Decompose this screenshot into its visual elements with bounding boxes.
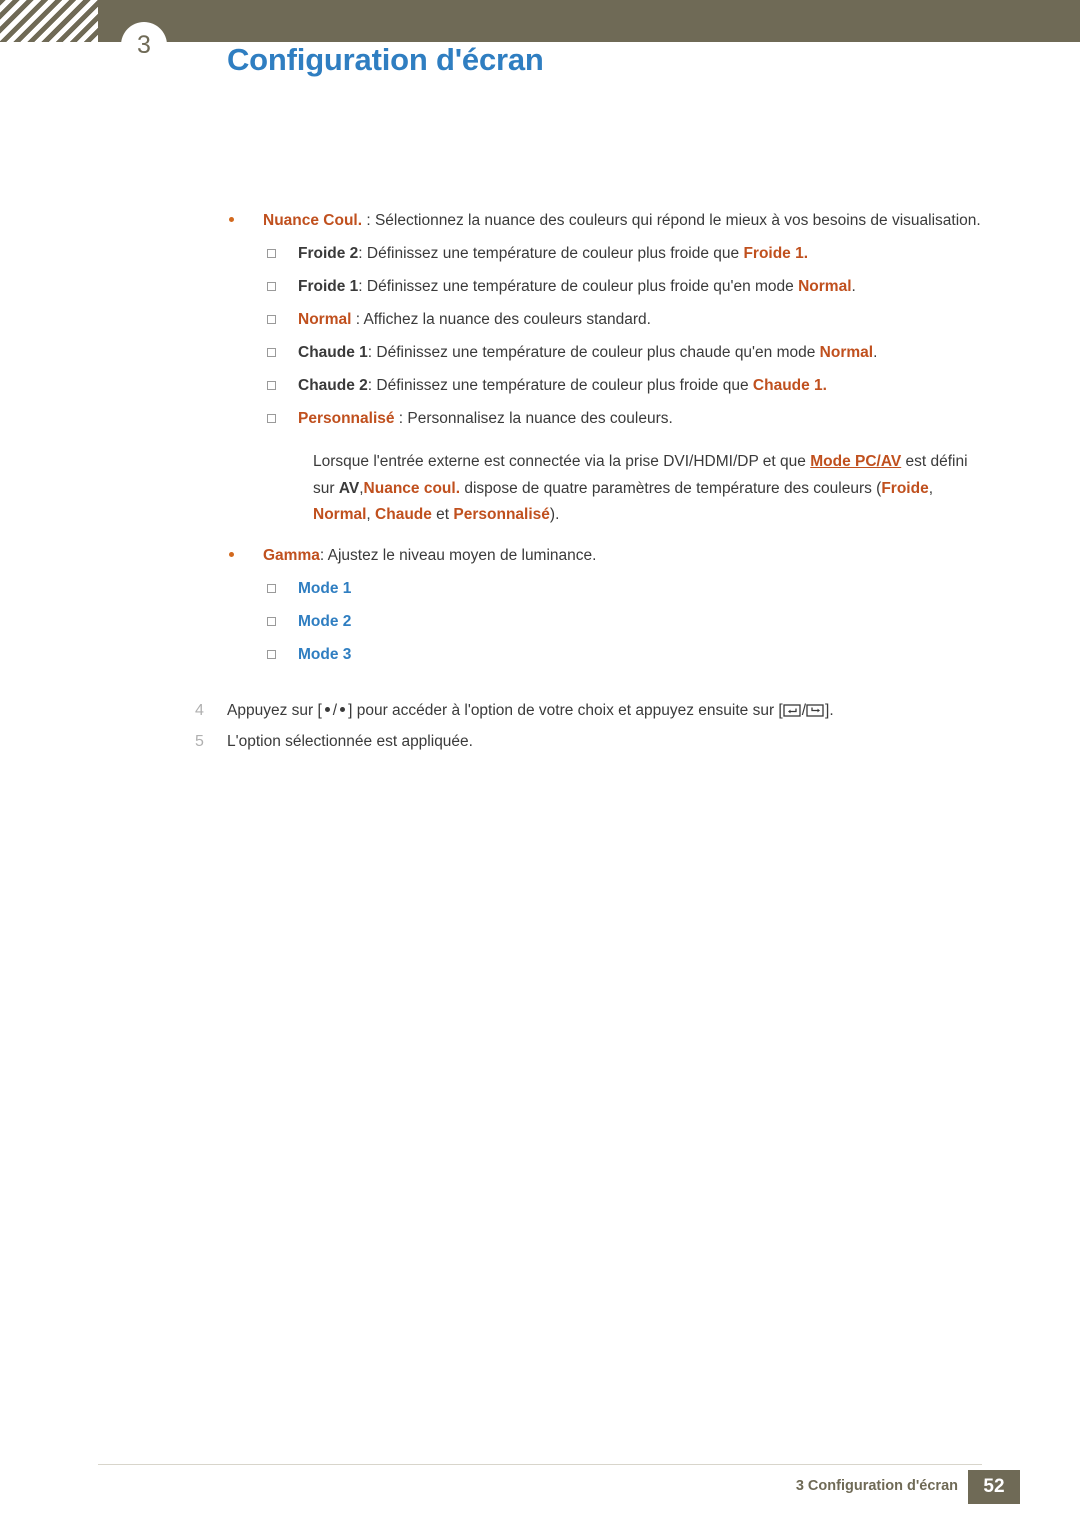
list-item-froide-2: Froide 2: Définissez une température de … <box>263 237 1038 270</box>
square-bullet-icon <box>267 348 276 357</box>
list-item-chaude-2: Chaude 2: Définissez une température de … <box>263 369 1038 402</box>
list-item-normal: Normal : Affichez la nuance des couleurs… <box>263 303 1038 336</box>
step-4-mid: ] pour accéder à l'option de votre choix… <box>348 701 783 719</box>
dot-icon <box>324 706 330 712</box>
list-item-mode-2: Mode 2 <box>263 605 1038 638</box>
footer-chapter-label: 3 Configuration d'écran <box>795 1478 958 1494</box>
note-sep3: et <box>431 506 454 523</box>
header-hatch-pattern <box>0 0 98 42</box>
tail-chaude-2: 1. <box>809 377 827 394</box>
page-title: Configuration d'écran <box>227 42 544 77</box>
list-item-mode-1: Mode 1 <box>263 572 1038 605</box>
note-opt-personnalise: Personnalisé <box>453 506 550 523</box>
step-5-number: 5 <box>195 732 204 750</box>
emph-chaude-1: Normal <box>819 344 874 361</box>
term-gamma: Gamma <box>263 546 320 564</box>
label-mode-3: Mode 3 <box>298 645 352 663</box>
square-bullet-icon <box>267 649 276 659</box>
note-part5: ). <box>549 506 560 523</box>
step-4: 4 Appuyez sur [ / ] pour accéder à l'optio… <box>195 695 995 726</box>
footer-page-number: 52 <box>983 1476 1005 1497</box>
chapter-number: 3 <box>137 31 151 59</box>
label-mode-2: Mode 2 <box>298 612 352 630</box>
note-paragraph: Lorsque l'entrée externe est connectée v… <box>313 449 993 529</box>
list-item-froide-1: Froide 1: Définissez une température de … <box>263 270 1038 303</box>
square-bullet-icon <box>267 414 276 423</box>
step-4-pre: Appuyez sur [ <box>227 701 322 719</box>
square-bullet-icon <box>267 381 276 390</box>
bullet-icon <box>229 551 234 557</box>
step-4-sep: / <box>332 701 338 719</box>
step-5-text: L'option sélectionnée est appliquée. <box>227 732 473 750</box>
emph-chaude-2: Chaude <box>752 377 810 394</box>
note-nuance-coul: Nuance coul. <box>363 479 461 497</box>
emph-froide-1: Normal <box>798 278 852 295</box>
term-froide-2: Froide 2 <box>298 245 359 262</box>
list-item-chaude-1: Chaude 1: Définissez une température de … <box>263 336 1038 369</box>
term-personnalise: Personnalisé <box>298 410 395 427</box>
note-opt-normal: Normal <box>313 506 367 523</box>
term-froide-1: Froide 1 <box>298 278 359 295</box>
step-4-number: 4 <box>195 701 204 719</box>
term-chaude-1: Chaude 1 <box>298 344 368 361</box>
footer-divider <box>98 1464 982 1465</box>
enter-key-icon <box>783 703 802 718</box>
step-4-text: Appuyez sur [ / ] pour accéder à l'option … <box>227 695 995 726</box>
note-av: AV <box>338 479 360 497</box>
emph-froide-2: Froide <box>743 245 791 262</box>
dot-icon <box>340 706 346 712</box>
note-opt-froide: Froide <box>881 479 929 497</box>
label-mode-1: Mode 1 <box>298 579 352 597</box>
text-chaude-2: : Définissez une température de couleur … <box>367 377 753 394</box>
note-part1: Lorsque l'entrée externe est connectée v… <box>313 453 811 470</box>
term-nuance-coul: Nuance Coul. <box>263 212 363 229</box>
step-4-post: ]. <box>825 701 834 719</box>
text-froide-1: : Définissez une température de couleur … <box>358 278 799 295</box>
text-normal: : Affichez la nuance des couleurs standa… <box>351 311 651 328</box>
text-froide-2: : Définissez une température de couleur … <box>358 245 744 262</box>
square-bullet-icon <box>267 616 276 626</box>
list-item-gamma: Gamma: Ajustez le niveau moyen de lumina… <box>228 543 1023 569</box>
list-item-nuance-coul: Nuance Coul. : Sélectionnez la nuance de… <box>228 208 1023 234</box>
note-part4: dispose de quatre paramètres de températ… <box>460 479 882 497</box>
square-bullet-icon <box>267 249 276 258</box>
text-gamma: : Ajustez le niveau moyen de luminance. <box>319 546 597 564</box>
term-chaude-2: Chaude 2 <box>298 377 368 394</box>
bullet-icon <box>229 217 234 222</box>
note-link-mode-pc-av[interactable]: Mode PC/AV <box>810 453 901 470</box>
text-nuance-coul: : Sélectionnez la nuance des couleurs qu… <box>362 212 981 229</box>
list-item-mode-3: Mode 3 <box>263 638 1038 671</box>
note-sep2: , <box>366 506 376 523</box>
square-bullet-icon <box>267 282 276 291</box>
tail-froide-2: 1. <box>790 245 809 262</box>
text-chaude-1: : Définissez une température de couleur … <box>367 344 820 361</box>
step-5: 5 L'option sélectionnée est appliquée. <box>195 726 995 757</box>
note-opt-chaude: Chaude <box>375 506 432 523</box>
return-key-icon <box>806 703 825 718</box>
square-bullet-icon <box>267 315 276 324</box>
text-personnalise: : Personnalisez la nuance des couleurs. <box>394 410 673 427</box>
term-normal: Normal <box>298 311 352 328</box>
header-bar <box>98 0 1080 42</box>
square-bullet-icon <box>267 583 276 593</box>
list-item-personnalise: Personnalisé : Personnalisez la nuance d… <box>263 402 1038 435</box>
page-content: Nuance Coul. : Sélectionnez la nuance de… <box>0 208 1080 757</box>
tail-chaude-1: . <box>873 344 878 361</box>
tail-froide-1: . <box>851 278 856 295</box>
note-sep1: , <box>928 479 934 497</box>
